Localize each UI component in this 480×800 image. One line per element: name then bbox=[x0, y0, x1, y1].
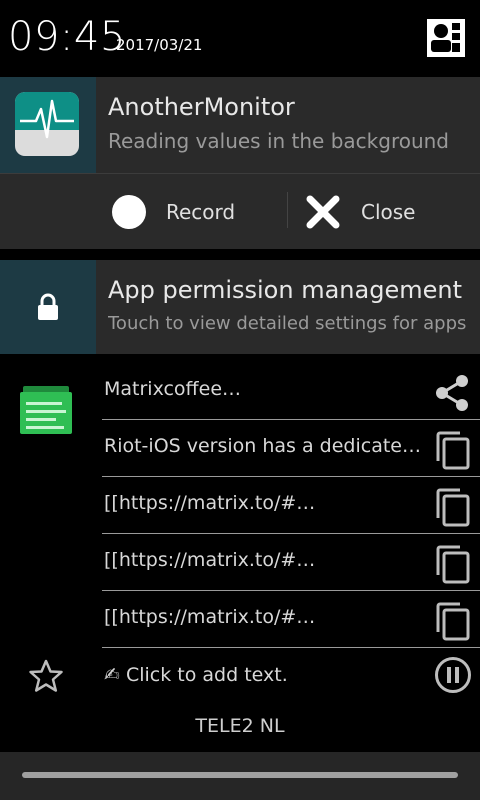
notification-icon-box bbox=[0, 77, 96, 173]
clipboard-item[interactable]: [[https://matrix.to/#… bbox=[102, 535, 480, 591]
clipboard-item[interactable]: [[https://matrix.to/#… bbox=[102, 592, 480, 648]
clock: 09:45 bbox=[8, 14, 126, 60]
clipboard-item-text: Matrixcoffee… bbox=[104, 378, 242, 400]
clipboard-item[interactable]: Riot-iOS version has a dedicated support… bbox=[102, 421, 480, 477]
star-icon[interactable] bbox=[28, 658, 64, 694]
copy-icon[interactable] bbox=[432, 486, 472, 528]
carrier-label: TELE2 NL bbox=[195, 715, 285, 737]
row-divider bbox=[102, 533, 480, 534]
notification-subtitle: Touch to view detailed settings for apps bbox=[108, 313, 467, 334]
clipboard-item[interactable]: [[https://matrix.to/#… bbox=[102, 478, 480, 534]
notification-icon-box bbox=[0, 260, 96, 354]
notification-title: App permission management bbox=[108, 276, 462, 304]
row-divider bbox=[102, 647, 480, 648]
action-divider bbox=[287, 192, 288, 228]
notification-title: AnotherMonitor bbox=[108, 93, 295, 121]
share-icon[interactable] bbox=[432, 372, 472, 414]
clipboard-list-icon bbox=[20, 386, 72, 434]
close-icon bbox=[306, 195, 340, 228]
record-button[interactable]: Record bbox=[112, 174, 235, 249]
close-label: Close bbox=[361, 199, 416, 224]
notification-subtitle: Reading values in the background bbox=[108, 129, 450, 153]
row-divider bbox=[102, 476, 480, 477]
record-label: Record bbox=[166, 199, 236, 224]
heartbeat-icon bbox=[15, 92, 79, 156]
status-bar: 09:45 2017/03/21 bbox=[0, 0, 480, 76]
clipboard-item-text: [[https://matrix.to/#… bbox=[104, 492, 316, 514]
close-button[interactable]: Close bbox=[305, 174, 415, 249]
clipboard-item-text: Riot-iOS version has a dedicated support… bbox=[104, 435, 424, 457]
another-monitor-notification[interactable]: AnotherMonitor Reading values in the bac… bbox=[0, 77, 480, 249]
date: 2017/03/21 bbox=[116, 36, 203, 54]
user-settings-icon[interactable] bbox=[426, 18, 466, 58]
copy-icon[interactable] bbox=[432, 429, 472, 471]
pause-icon[interactable] bbox=[434, 656, 472, 694]
permission-notification[interactable]: App permission management Touch to view … bbox=[0, 260, 480, 354]
clipboard-item[interactable]: Matrixcoffee… bbox=[102, 364, 480, 420]
bottom-bar bbox=[0, 752, 480, 800]
clipboard-item-text: [[https://matrix.to/#… bbox=[104, 549, 316, 571]
lock-icon bbox=[38, 293, 58, 320]
clipboard-item-text: [[https://matrix.to/#… bbox=[104, 606, 316, 628]
record-dot-icon bbox=[112, 194, 146, 229]
add-text-input[interactable]: ✍ Click to add text. bbox=[104, 664, 288, 686]
row-divider bbox=[102, 419, 480, 420]
copy-icon[interactable] bbox=[432, 543, 472, 585]
row-divider bbox=[102, 590, 480, 591]
copy-icon[interactable] bbox=[432, 600, 472, 642]
drag-handle[interactable] bbox=[22, 772, 458, 778]
